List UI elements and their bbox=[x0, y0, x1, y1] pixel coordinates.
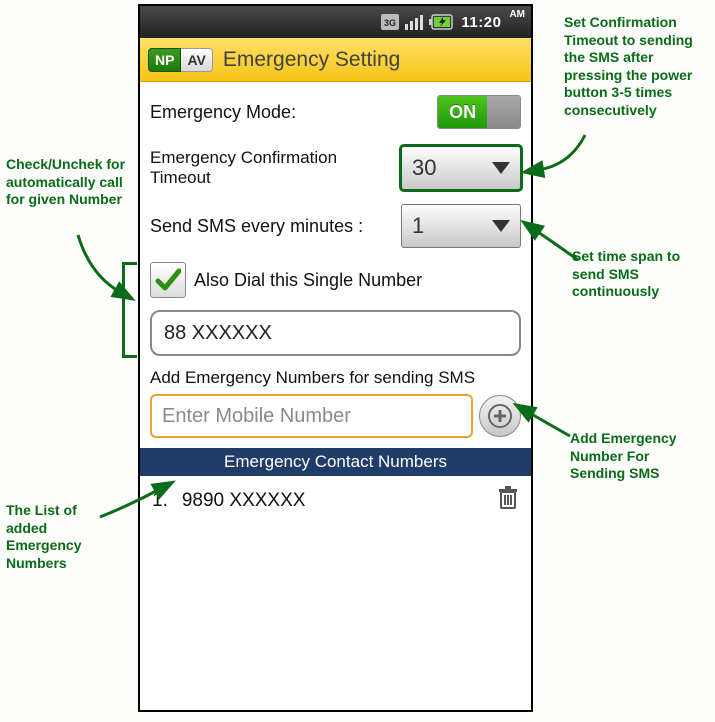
add-number-placeholder: Enter Mobile Number bbox=[162, 405, 351, 428]
network-3g-icon: 3G bbox=[381, 14, 399, 30]
signal-icon bbox=[405, 14, 423, 30]
page-title: Emergency Setting bbox=[223, 48, 400, 72]
annotation-interval: Set time span to send SMS continuously bbox=[572, 248, 702, 301]
interval-spinner[interactable]: 1 bbox=[401, 204, 521, 248]
timeout-value: 30 bbox=[412, 155, 436, 181]
annotation-add: Add Emergency Number For Sending SMS bbox=[570, 430, 700, 483]
chevron-down-icon bbox=[492, 162, 510, 174]
logo-av: AV bbox=[181, 48, 212, 72]
annotation-timeout: Set Confirmation Timeout to sending the … bbox=[564, 14, 704, 119]
dial-checkbox[interactable] bbox=[150, 262, 186, 298]
add-number-button[interactable] bbox=[479, 395, 521, 437]
checkmark-icon bbox=[155, 267, 181, 293]
toggle-on-label: ON bbox=[438, 96, 487, 128]
dial-number-input[interactable]: 88 XXXXXX bbox=[150, 310, 521, 356]
list-item: 1. 9890 XXXXXX bbox=[150, 476, 521, 526]
add-section-label: Add Emergency Numbers for sending SMS bbox=[150, 368, 521, 388]
status-bar: 3G 11:20 AM bbox=[140, 6, 531, 38]
interval-label: Send SMS every minutes : bbox=[150, 216, 363, 237]
plus-icon bbox=[487, 403, 513, 429]
emergency-mode-label: Emergency Mode: bbox=[150, 102, 296, 123]
status-time: 11:20 bbox=[461, 14, 501, 31]
svg-text:3G: 3G bbox=[384, 18, 396, 28]
timeout-spinner[interactable]: 30 bbox=[401, 146, 521, 190]
chevron-down-icon bbox=[492, 220, 510, 232]
dial-number-value: 88 XXXXXX bbox=[164, 322, 272, 345]
timeout-label: Emergency Confirmation Timeout bbox=[150, 148, 380, 188]
arrow-icon bbox=[522, 408, 577, 443]
arrow-icon bbox=[95, 485, 165, 525]
arrow-icon bbox=[530, 222, 585, 267]
delete-button[interactable] bbox=[497, 486, 519, 516]
phone-frame: 3G 11:20 AM NP AV Emergency Setting Emer… bbox=[138, 4, 533, 712]
arrow-icon bbox=[530, 130, 590, 180]
dial-checkbox-label: Also Dial this Single Number bbox=[194, 270, 422, 291]
list-number: 9890 XXXXXX bbox=[182, 490, 306, 512]
battery-icon bbox=[429, 14, 455, 30]
toggle-off-side bbox=[487, 96, 520, 128]
interval-value: 1 bbox=[412, 213, 424, 239]
title-bar: NP AV Emergency Setting bbox=[140, 38, 531, 82]
contact-list-header: Emergency Contact Numbers bbox=[140, 448, 531, 476]
trash-icon bbox=[497, 486, 519, 510]
add-number-input[interactable]: Enter Mobile Number bbox=[150, 394, 473, 438]
emergency-mode-toggle[interactable]: ON bbox=[437, 95, 521, 129]
arrow-icon bbox=[70, 230, 130, 300]
annotation-dial: Check/Unchek for automatically call for … bbox=[6, 156, 134, 209]
logo-np: NP bbox=[148, 48, 181, 72]
content-area: Emergency Mode: ON Emergency Confirmatio… bbox=[140, 82, 531, 536]
status-ampm: AM bbox=[509, 9, 525, 20]
